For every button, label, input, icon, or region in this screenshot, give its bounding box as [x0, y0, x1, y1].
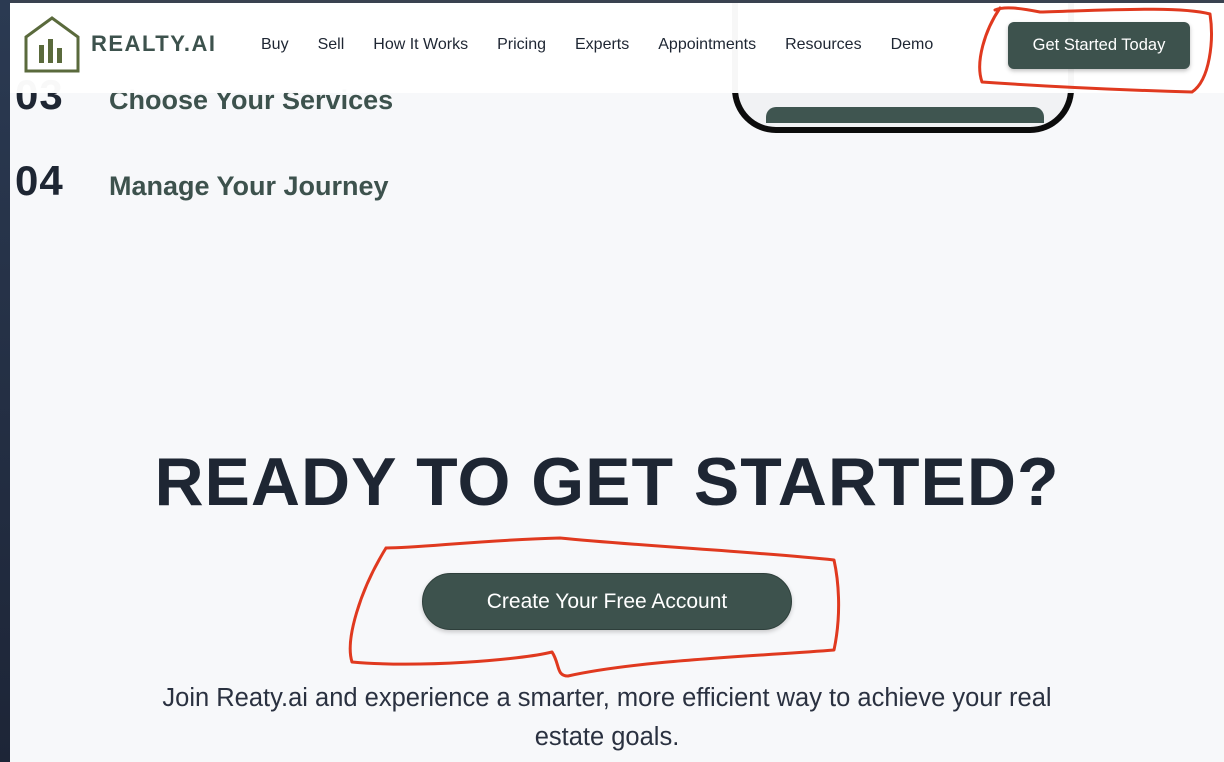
- main-nav: Buy Sell How It Works Pricing Experts Ap…: [261, 36, 933, 54]
- step-04: 04 Manage Your Journey: [15, 157, 389, 205]
- nav-item-appointments[interactable]: Appointments: [658, 36, 756, 54]
- nav-item-resources[interactable]: Resources: [785, 36, 861, 54]
- logo[interactable]: REALTY.AI: [23, 15, 217, 73]
- house-bar-chart-icon: [23, 15, 81, 73]
- cta-heading: READY TO GET STARTED?: [154, 444, 1060, 520]
- step-number: 04: [15, 157, 64, 204]
- nav-item-demo[interactable]: Demo: [891, 36, 934, 54]
- site-header: REALTY.AI Buy Sell How It Works Pricing …: [10, 3, 1224, 93]
- create-account-button[interactable]: Create Your Free Account: [422, 573, 792, 630]
- cta-subtext: Join Reaty.ai and experience a smarter, …: [162, 684, 1052, 751]
- get-started-button[interactable]: Get Started Today: [1008, 22, 1190, 69]
- step-title: Manage Your Journey: [109, 171, 389, 201]
- nav-item-experts[interactable]: Experts: [575, 36, 629, 54]
- nav-item-sell[interactable]: Sell: [318, 36, 345, 54]
- nav-item-buy[interactable]: Buy: [261, 36, 289, 54]
- nav-item-pricing[interactable]: Pricing: [497, 36, 546, 54]
- brand-name: REALTY.AI: [91, 31, 217, 56]
- phone-mockup-bar: [766, 107, 1044, 123]
- window-left-edge: [0, 0, 10, 762]
- page: 03 Choose Your Services 04 Manage Your J…: [10, 3, 1224, 762]
- nav-item-how-it-works[interactable]: How It Works: [373, 36, 468, 54]
